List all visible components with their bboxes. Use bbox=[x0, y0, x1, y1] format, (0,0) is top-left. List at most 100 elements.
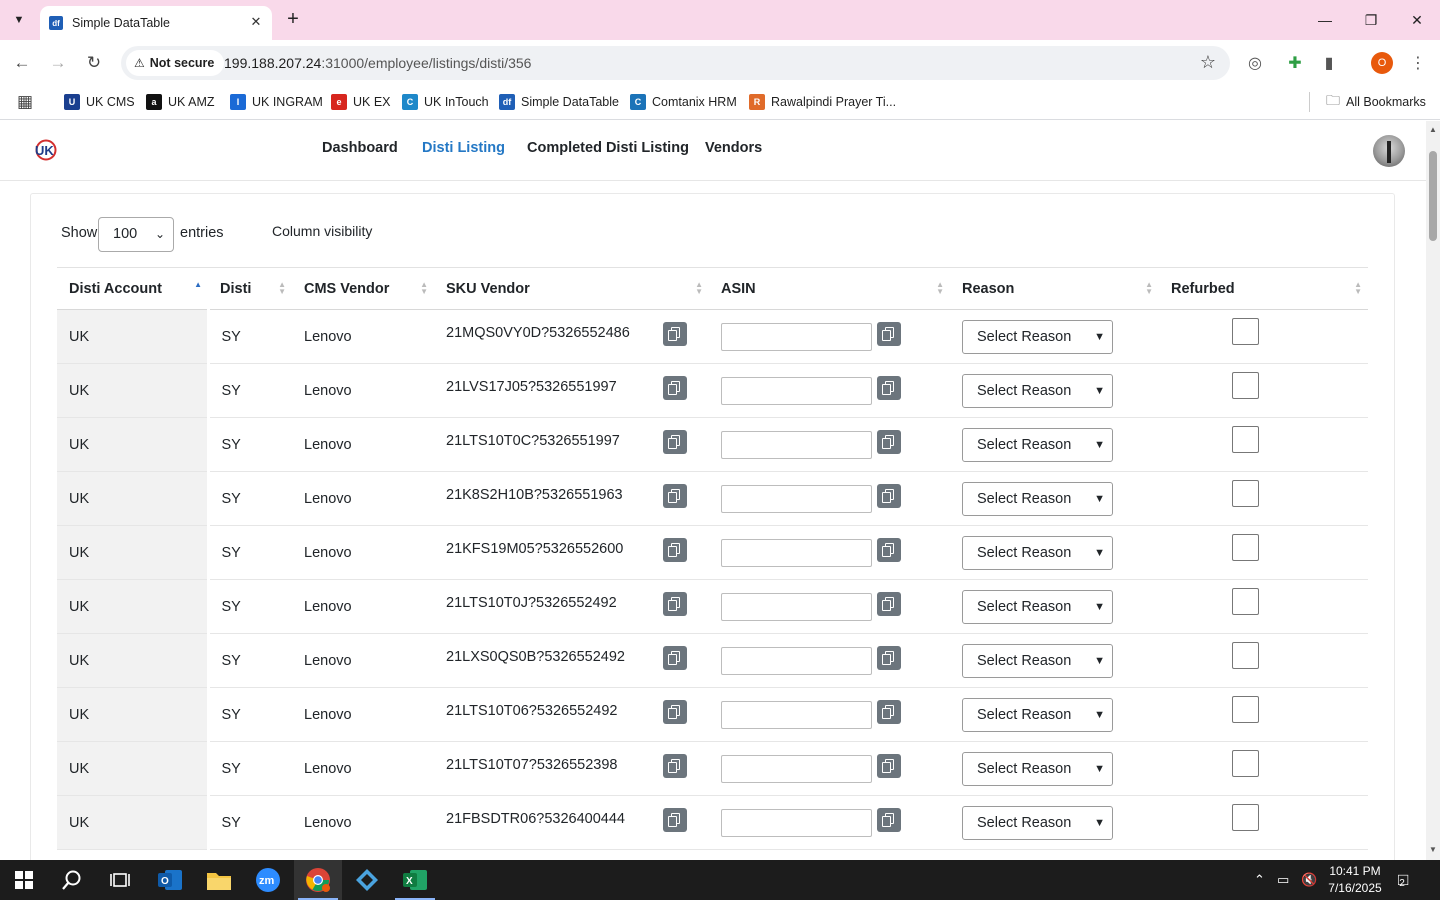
copy-sku-button[interactable] bbox=[663, 538, 687, 562]
asin-input[interactable] bbox=[721, 323, 872, 351]
translate-icon[interactable]: ◎ bbox=[1242, 50, 1268, 76]
paste-asin-button[interactable] bbox=[877, 484, 901, 508]
asin-input[interactable] bbox=[721, 539, 872, 567]
paste-asin-button[interactable] bbox=[877, 592, 901, 616]
asin-input[interactable] bbox=[721, 647, 872, 675]
address-bar[interactable]: ⚠ Not secure 199.188.207.24:31000/employ… bbox=[121, 46, 1230, 80]
nav-vendors[interactable]: Vendors bbox=[705, 140, 762, 156]
nav-completed-disti-listing[interactable]: Completed Disti Listing bbox=[527, 140, 689, 156]
paste-asin-button[interactable] bbox=[877, 646, 901, 670]
reason-select[interactable]: Select Reason ▼ bbox=[962, 374, 1113, 408]
notification-center-icon[interactable]: □ 2 bbox=[1398, 860, 1408, 900]
header-disti[interactable]: Disti ▲ ▼ bbox=[208, 267, 292, 310]
reason-select[interactable]: Select Reason ▼ bbox=[962, 806, 1113, 840]
header-sku-vendor[interactable]: SKU Vendor ▲ ▼ bbox=[434, 267, 709, 310]
refurbed-checkbox[interactable] bbox=[1232, 318, 1259, 345]
window-close-icon[interactable]: ✕ bbox=[1394, 0, 1440, 40]
tray-overflow-icon[interactable]: ⌃ bbox=[1254, 860, 1265, 900]
copy-sku-button[interactable] bbox=[663, 754, 687, 778]
page-scrollbar[interactable]: ▲ ▼ bbox=[1426, 121, 1440, 860]
security-chip[interactable]: ⚠ Not secure bbox=[126, 50, 225, 76]
task-view-icon[interactable] bbox=[96, 860, 144, 900]
zoom-icon[interactable]: zm bbox=[244, 860, 292, 900]
refurbed-checkbox[interactable] bbox=[1232, 804, 1259, 831]
bookmark-item[interactable]: e UK EX bbox=[331, 93, 391, 111]
scroll-down-icon[interactable]: ▼ bbox=[1426, 845, 1440, 854]
back-icon[interactable]: ← bbox=[8, 49, 36, 77]
apps-grid-icon[interactable]: ▦ bbox=[17, 92, 33, 112]
paste-asin-button[interactable] bbox=[877, 754, 901, 778]
vscode-like-app-icon[interactable] bbox=[343, 860, 391, 900]
nav-disti-listing[interactable]: Disti Listing bbox=[422, 140, 505, 156]
chrome-icon[interactable] bbox=[294, 860, 342, 900]
bookmark-item[interactable]: R Rawalpindi Prayer Ti... bbox=[749, 93, 896, 111]
excel-icon[interactable]: X bbox=[391, 860, 439, 900]
refurbed-checkbox[interactable] bbox=[1232, 588, 1259, 615]
paste-asin-button[interactable] bbox=[877, 376, 901, 400]
extensions-icon[interactable]: ▮ bbox=[1316, 50, 1342, 76]
paste-asin-button[interactable] bbox=[877, 700, 901, 724]
forward-icon[interactable]: → bbox=[44, 49, 72, 77]
refurbed-checkbox[interactable] bbox=[1232, 480, 1259, 507]
header-disti-account[interactable]: Disti Account ▲ bbox=[57, 267, 208, 310]
all-bookmarks[interactable]: 🗀 All Bookmarks bbox=[1326, 92, 1426, 111]
uk-logo[interactable]: UK bbox=[33, 139, 59, 161]
header-refurbed[interactable]: Refurbed ▲ ▼ bbox=[1159, 267, 1368, 310]
menu-kebab-icon[interactable]: ⋮ bbox=[1405, 50, 1431, 76]
reason-select[interactable]: Select Reason ▼ bbox=[962, 590, 1113, 624]
copy-sku-button[interactable] bbox=[663, 322, 687, 346]
reason-select[interactable]: Select Reason ▼ bbox=[962, 482, 1113, 516]
extension-puzzle-green-icon[interactable]: ✚ bbox=[1282, 50, 1308, 76]
asin-input[interactable] bbox=[721, 485, 872, 513]
reload-icon[interactable]: ↻ bbox=[80, 49, 108, 77]
reason-select[interactable]: Select Reason ▼ bbox=[962, 698, 1113, 732]
new-tab-button[interactable]: + bbox=[282, 8, 304, 32]
bookmark-item[interactable]: C Comtanix HRM bbox=[630, 93, 737, 111]
tab-search-chevron-icon[interactable]: ▼ bbox=[6, 8, 32, 32]
copy-sku-button[interactable] bbox=[663, 430, 687, 454]
profile-avatar[interactable]: O bbox=[1371, 52, 1393, 74]
paste-asin-button[interactable] bbox=[877, 808, 901, 832]
copy-sku-button[interactable] bbox=[663, 592, 687, 616]
copy-sku-button[interactable] bbox=[663, 700, 687, 724]
reason-select[interactable]: Select Reason ▼ bbox=[962, 644, 1113, 678]
user-avatar[interactable] bbox=[1373, 135, 1405, 167]
scroll-up-icon[interactable]: ▲ bbox=[1426, 125, 1440, 134]
refurbed-checkbox[interactable] bbox=[1232, 372, 1259, 399]
refurbed-checkbox[interactable] bbox=[1232, 534, 1259, 561]
entries-per-page-select[interactable]: 100 ⌄ bbox=[98, 217, 174, 252]
network-icon[interactable]: ▭ bbox=[1277, 860, 1289, 900]
nav-dashboard[interactable]: Dashboard bbox=[322, 140, 398, 156]
bookmark-item[interactable]: I UK INGRAM bbox=[230, 93, 323, 111]
file-explorer-icon[interactable] bbox=[195, 860, 243, 900]
refurbed-checkbox[interactable] bbox=[1232, 696, 1259, 723]
header-reason[interactable]: Reason ▲ ▼ bbox=[950, 267, 1159, 310]
refurbed-checkbox[interactable] bbox=[1232, 750, 1259, 777]
bookmark-item[interactable]: df Simple DataTable bbox=[499, 93, 619, 111]
windows-start-icon[interactable] bbox=[0, 860, 48, 900]
copy-sku-button[interactable] bbox=[663, 808, 687, 832]
copy-sku-button[interactable] bbox=[663, 484, 687, 508]
asin-input[interactable] bbox=[721, 377, 872, 405]
outlook-icon[interactable]: O bbox=[146, 860, 194, 900]
reason-select[interactable]: Select Reason ▼ bbox=[962, 428, 1113, 462]
paste-asin-button[interactable] bbox=[877, 538, 901, 562]
browser-tab[interactable]: df Simple DataTable ✕ bbox=[40, 6, 272, 40]
asin-input[interactable] bbox=[721, 431, 872, 459]
paste-asin-button[interactable] bbox=[877, 322, 901, 346]
clock[interactable]: 10:41 PM 7/16/2025 bbox=[1320, 863, 1390, 897]
restore-icon[interactable]: ❐ bbox=[1348, 0, 1394, 40]
bookmark-star-icon[interactable]: ☆ bbox=[1200, 52, 1216, 73]
search-icon[interactable] bbox=[48, 860, 96, 900]
bookmark-item[interactable]: U UK CMS bbox=[64, 93, 135, 111]
bookmark-item[interactable]: C UK InTouch bbox=[402, 93, 489, 111]
volume-muted-icon[interactable]: 🔇 bbox=[1301, 860, 1317, 900]
header-asin[interactable]: ASIN ▲ ▼ bbox=[709, 267, 950, 310]
reason-select[interactable]: Select Reason ▼ bbox=[962, 752, 1113, 786]
asin-input[interactable] bbox=[721, 593, 872, 621]
asin-input[interactable] bbox=[721, 755, 872, 783]
asin-input[interactable] bbox=[721, 809, 872, 837]
header-cms-vendor[interactable]: CMS Vendor ▲ ▼ bbox=[292, 267, 434, 310]
tab-close-icon[interactable]: ✕ bbox=[248, 14, 264, 30]
asin-input[interactable] bbox=[721, 701, 872, 729]
